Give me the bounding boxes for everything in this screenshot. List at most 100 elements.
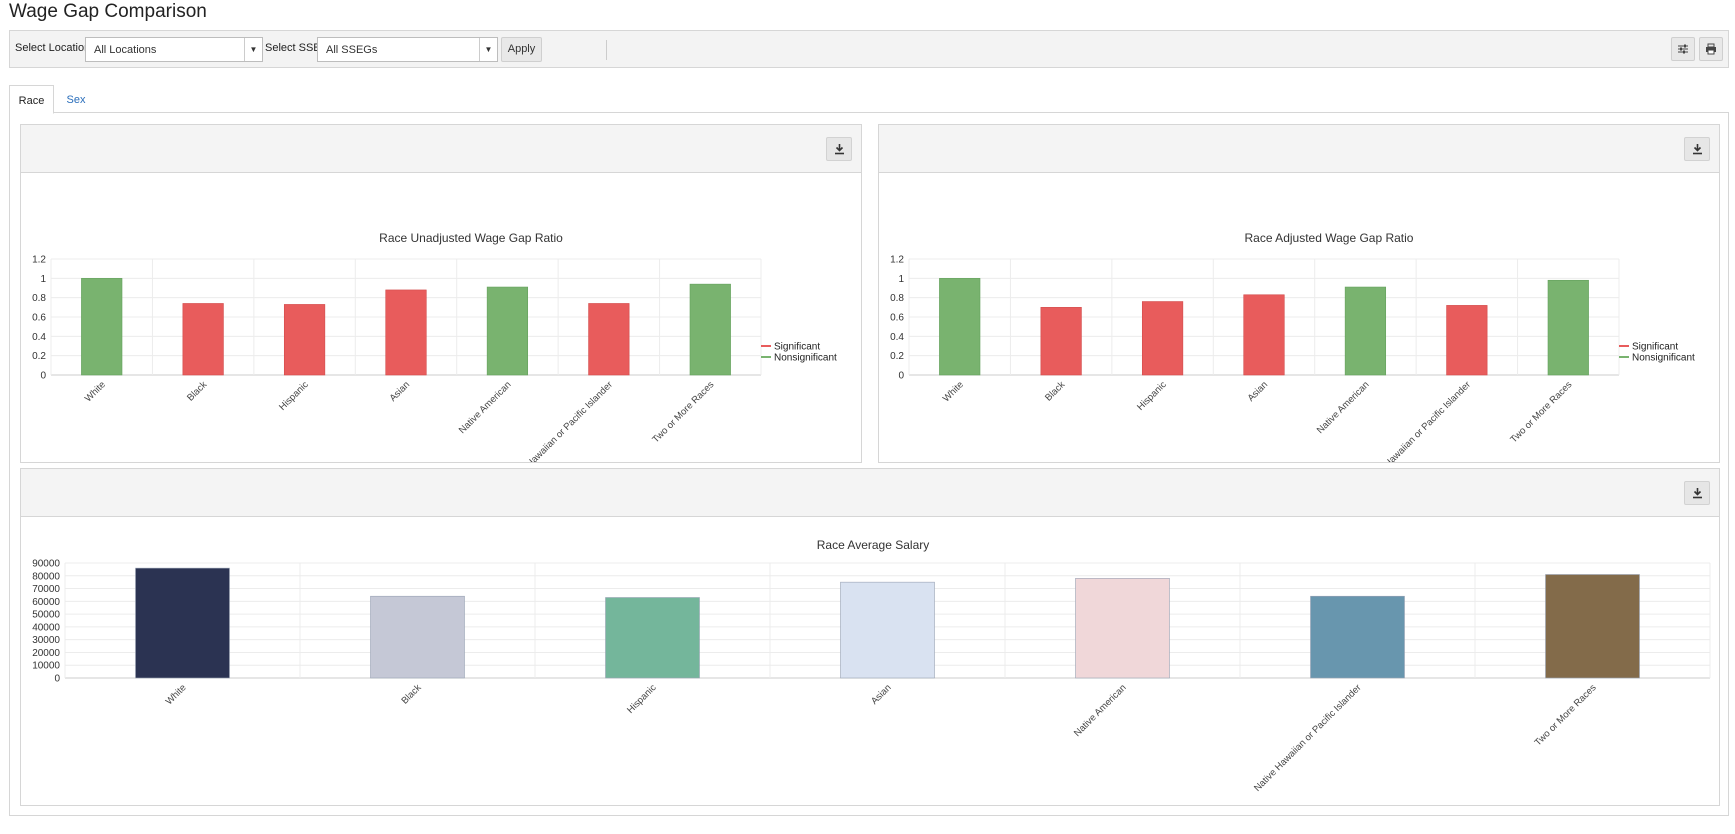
average-salary-chart: Race Average Salary 0 10000 20000 30000 40000… xyxy=(32,538,1711,794)
download-button[interactable] xyxy=(1684,137,1710,161)
bar-native-hawaiian-or-pacific-islander xyxy=(588,303,630,376)
y-tick-label: 0.2 xyxy=(890,351,904,362)
bar-native-american xyxy=(1344,286,1387,376)
download-button[interactable] xyxy=(826,137,852,161)
legend-label: Significant xyxy=(774,342,820,353)
print-button[interactable] xyxy=(1699,37,1723,61)
y-tick-label: 80000 xyxy=(32,571,60,582)
y-tick-label: 0 xyxy=(40,371,46,382)
tab-sex[interactable]: Sex xyxy=(56,85,96,114)
bar-black xyxy=(182,303,224,376)
bar-black xyxy=(370,595,465,679)
y-tick-label: 60000 xyxy=(32,597,60,608)
toolbar-divider xyxy=(606,40,607,60)
y-tick-label: 0.6 xyxy=(32,313,46,324)
chart-title: Race Average Salary xyxy=(817,538,930,552)
x-tick-label: Black xyxy=(1043,379,1067,403)
y-tick-label: 20000 xyxy=(32,648,60,659)
x-tick-label: Black xyxy=(399,682,423,706)
tab-bar: Race Sex xyxy=(9,85,1729,114)
y-tick-label: 1 xyxy=(898,274,904,285)
y-tick-label: 0 xyxy=(898,371,904,382)
y-tick-label: 90000 xyxy=(32,559,60,570)
y-tick-label: 0.4 xyxy=(32,332,46,343)
sliders-icon xyxy=(1678,44,1688,54)
bar-native-hawaiian-or-pacific-islander xyxy=(1310,595,1405,679)
bar-black xyxy=(1040,307,1082,376)
y-tick-label: 0.2 xyxy=(32,351,46,362)
average-salary-panel: Race Average Salary 0 10000 20000 30000 40000… xyxy=(20,468,1720,806)
x-tick-label: Asian xyxy=(869,682,894,707)
y-tick-label: 50000 xyxy=(32,610,60,621)
y-tick-label: 0.8 xyxy=(32,293,46,304)
y-tick-label: 0 xyxy=(54,674,60,685)
y-tick-label: 30000 xyxy=(32,635,60,646)
download-icon xyxy=(1693,144,1702,155)
location-select[interactable]: All Locations ▼ xyxy=(85,37,263,62)
x-tick-label: White xyxy=(83,379,108,404)
panel-header xyxy=(21,125,861,173)
apply-button[interactable]: Apply xyxy=(501,37,542,62)
y-tick-label: 70000 xyxy=(32,584,60,595)
y-tick-label: 0.8 xyxy=(890,293,904,304)
y-tick-label: 1.2 xyxy=(890,255,904,266)
x-tick-label: Two or More Races xyxy=(1508,379,1574,445)
y-tick-label: 1 xyxy=(40,274,46,285)
legend-label: Nonsignificant xyxy=(774,353,837,364)
bar-white xyxy=(81,278,123,376)
y-tick-label: 0.4 xyxy=(890,332,904,343)
unadjusted-chart-panel: Race Unadjusted Wage Gap Ratio 0 0.2 0.4 0.6… xyxy=(20,124,862,463)
bar-asian xyxy=(385,289,427,376)
bar-two-or-more-races xyxy=(1545,574,1640,679)
chevron-down-icon[interactable]: ▼ xyxy=(244,38,262,61)
x-tick-label: Two or More Races xyxy=(1533,682,1599,748)
x-tick-label: White xyxy=(164,682,189,707)
page-title: Wage Gap Comparison xyxy=(9,1,207,22)
panel-header xyxy=(21,469,1719,517)
y-tick-label: 40000 xyxy=(32,622,60,633)
legend-label: Significant xyxy=(1632,342,1678,353)
x-tick-label: Native American xyxy=(457,379,514,436)
unadjusted-wage-gap-chart: Race Unadjusted Wage Gap Ratio 0 0.2 0.4 0.6… xyxy=(32,231,837,462)
tab-race[interactable]: Race xyxy=(9,85,54,114)
chart-title: Race Unadjusted Wage Gap Ratio xyxy=(379,231,563,245)
chevron-down-icon[interactable]: ▼ xyxy=(479,38,497,61)
x-tick-label: Native Hawaiian or Pacific Islander xyxy=(503,379,615,462)
download-icon xyxy=(1693,488,1702,499)
bar-native-hawaiian-or-pacific-islander xyxy=(1446,305,1488,376)
adjusted-wage-gap-chart: Race Adjusted Wage Gap Ratio 0 0.2 0.4 0.6 0.… xyxy=(890,231,1695,462)
bar-hispanic xyxy=(605,597,700,679)
x-tick-label: Black xyxy=(185,379,209,403)
x-tick-label: Native Hawaiian or Pacific Islander xyxy=(1361,379,1473,462)
download-icon xyxy=(835,144,844,155)
adjusted-chart-panel: Race Adjusted Wage Gap Ratio 0 0.2 0.4 0.6 0.… xyxy=(878,124,1720,463)
bar-white xyxy=(939,278,981,376)
filter-settings-button[interactable] xyxy=(1671,37,1695,61)
x-tick-label: Native American xyxy=(1072,682,1129,739)
x-tick-label: Native Hawaiian or Pacific Islander xyxy=(1252,682,1364,794)
sseg-select-value: All SSEGs xyxy=(326,44,378,56)
x-tick-label: Hispanic xyxy=(277,379,311,413)
x-tick-label: Asian xyxy=(388,379,413,404)
bar-asian xyxy=(1243,294,1285,376)
filter-toolbar: Select Location All Locations ▼ Select S… xyxy=(9,30,1729,68)
x-tick-label: Two or More Races xyxy=(650,379,716,445)
sseg-select[interactable]: All SSEGs ▼ xyxy=(317,37,498,62)
bar-hispanic xyxy=(1141,301,1184,376)
bar-hispanic xyxy=(283,304,326,376)
bar-native-american xyxy=(1075,578,1170,679)
y-tick-label: 1.2 xyxy=(32,255,46,266)
download-button[interactable] xyxy=(1684,481,1710,505)
bar-two-or-more-races xyxy=(689,283,731,376)
x-tick-label: Asian xyxy=(1246,379,1271,404)
x-tick-label: Hispanic xyxy=(1135,379,1169,413)
x-tick-label: White xyxy=(941,379,966,404)
bar-two-or-more-races xyxy=(1547,279,1589,376)
y-tick-label: 0.6 xyxy=(890,313,904,324)
legend-label: Nonsignificant xyxy=(1632,353,1695,364)
y-tick-label: 10000 xyxy=(32,661,60,672)
panel-header xyxy=(879,125,1719,173)
printer-icon xyxy=(1706,43,1716,55)
x-tick-label: Native American xyxy=(1315,379,1372,436)
location-label: Select Location xyxy=(15,42,91,54)
